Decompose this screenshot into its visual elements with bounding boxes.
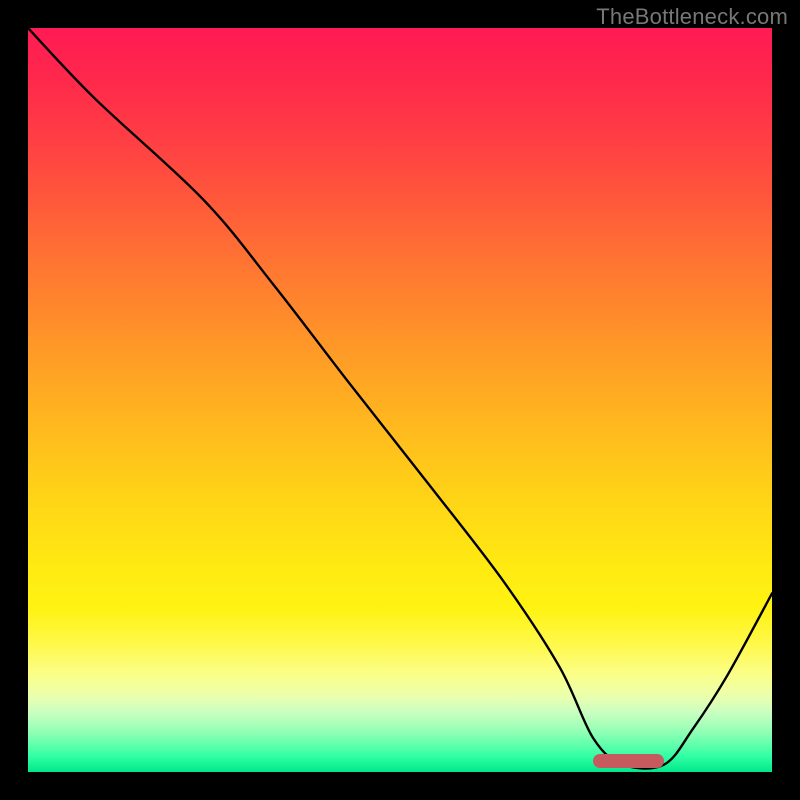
bottleneck-curve bbox=[28, 28, 772, 772]
plot-area bbox=[28, 28, 772, 772]
chart-frame: TheBottleneck.com bbox=[0, 0, 800, 800]
watermark-text: TheBottleneck.com bbox=[596, 4, 788, 30]
optimal-range-marker bbox=[593, 754, 664, 768]
